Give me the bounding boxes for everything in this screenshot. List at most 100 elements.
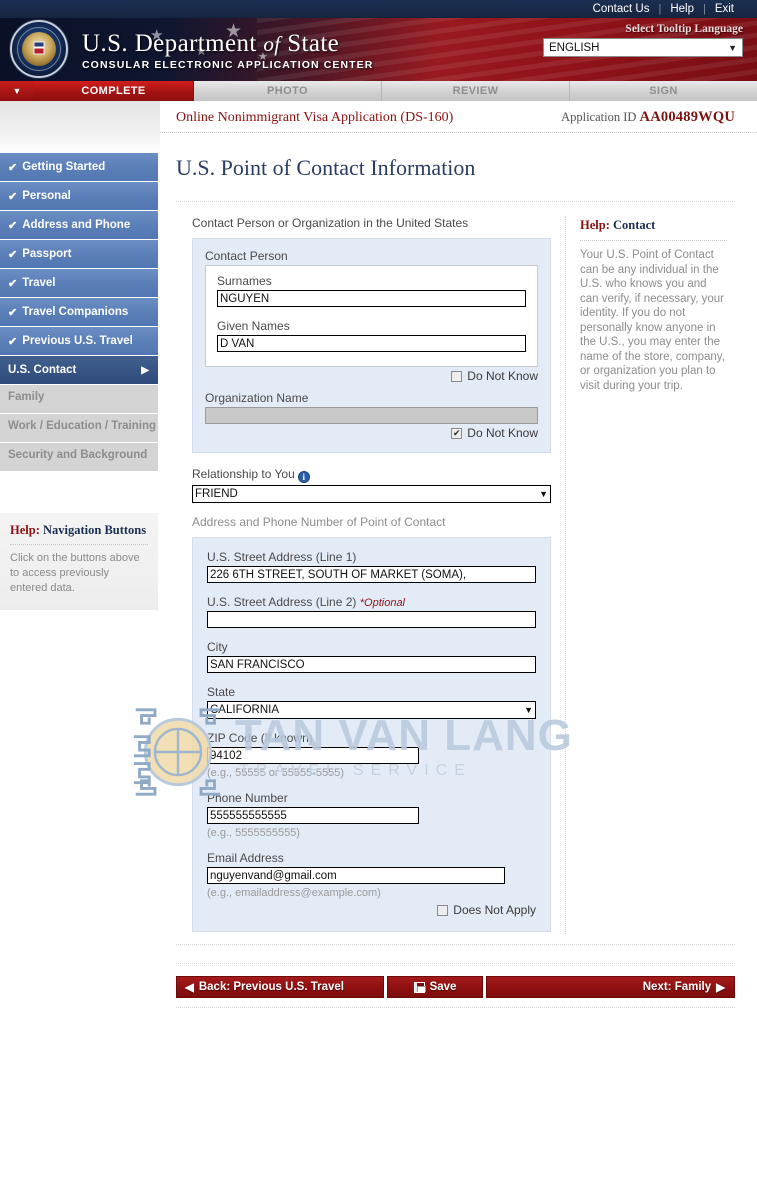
sidebar-item-address-and-phone[interactable]: ✔ Address and Phone	[0, 211, 158, 239]
sidebar-item-personal[interactable]: ✔ Personal	[0, 182, 158, 210]
sidebar-item-security-and-background: Security and Background	[0, 443, 158, 471]
step-tab-photo[interactable]: PHOTO	[194, 81, 382, 101]
top-utility-bar: Contact Us | Help | Exit	[0, 0, 757, 18]
email-does-not-apply-row: Does Not Apply	[207, 903, 536, 917]
form-wrapper: Contact Person or Organization in the Un…	[176, 201, 735, 945]
step-tab-complete[interactable]: COMPLETE	[34, 81, 194, 101]
help-panel-title-text: Contact	[612, 218, 656, 232]
page-body: ✔ Getting Started ✔ Personal ✔ Address and …	[0, 101, 757, 1008]
exit-link[interactable]: Exit	[706, 0, 743, 18]
expand-caret-icon[interactable]: ▼	[0, 81, 34, 101]
chevron-down-icon: ▼	[524, 705, 533, 715]
form-footer: ◀ Back: Previous U.S. Travel Save Next: …	[176, 963, 735, 998]
email-does-not-apply-label: Does Not Apply	[453, 903, 536, 917]
language-selected-value: ENGLISH	[549, 41, 600, 54]
info-icon[interactable]: i	[297, 471, 310, 483]
chevron-down-icon: ▼	[539, 489, 548, 499]
organization-do-not-know-checkbox[interactable]: ✔	[451, 427, 463, 439]
sidebar-item-passport[interactable]: ✔ Passport	[0, 240, 158, 268]
relationship-label: Relationship to You i	[192, 467, 551, 483]
sidebar-help-title-text: Navigation Buttons	[42, 523, 147, 537]
back-arrow-icon: ◀	[185, 982, 194, 994]
organization-do-not-know-label: Do Not Know	[467, 426, 538, 440]
chevron-right-icon: ▶	[141, 364, 149, 376]
floppy-disk-icon	[413, 981, 426, 993]
organization-do-not-know-row: ✔ Do Not Know	[205, 426, 538, 440]
sidebar-item-label: Personal	[22, 190, 71, 202]
sidebar-item-label: Previous U.S. Travel	[22, 335, 133, 347]
check-icon: ✔	[8, 306, 18, 319]
brand-subtitle: CONSULAR ELECTRONIC APPLICATION CENTER	[82, 59, 374, 71]
sidebar-item-family: Family	[0, 385, 158, 413]
chevron-down-icon: ▼	[728, 42, 737, 53]
street-address-1-input[interactable]	[207, 566, 536, 583]
help-panel-body: Your U.S. Point of Contact can be any in…	[580, 249, 725, 392]
given-names-label: Given Names	[217, 319, 290, 333]
optional-marker: *Optional	[359, 597, 406, 609]
language-selector-group: Select Tooltip Language ENGLISH ▼	[543, 23, 743, 57]
sidebar-help-body: Click on the buttons above to access pre…	[10, 552, 140, 594]
back-button-label: Back: Previous U.S. Travel	[198, 981, 344, 993]
email-address-label: Email Address	[207, 851, 284, 865]
surnames-do-not-know-row: Do Not Know	[205, 369, 538, 383]
street-address-2-label: U.S. Street Address (Line 2) *Optional	[207, 595, 536, 609]
sidebar-help-title-prefix: Help:	[10, 523, 40, 537]
next-button[interactable]: Next: Family ▶	[486, 976, 735, 998]
sidebar-top-spacer	[0, 101, 160, 153]
sidebar-item-getting-started[interactable]: ✔ Getting Started	[0, 153, 158, 181]
sidebar-item-travel[interactable]: ✔ Travel	[0, 269, 158, 297]
brand-us: U.S.	[82, 30, 129, 57]
relationship-selected-value: FRIEND	[195, 488, 238, 500]
check-icon: ✔	[8, 219, 18, 232]
phone-number-label: Phone Number	[207, 791, 288, 805]
help-link[interactable]: Help	[661, 0, 703, 18]
email-address-hint: (e.g., emailaddress@example.com)	[207, 887, 381, 899]
city-input[interactable]	[207, 656, 536, 673]
department-of-state-seal-icon	[10, 20, 68, 78]
zip-code-input[interactable]	[207, 747, 419, 764]
main-content: Online Nonimmigrant Visa Application (DS…	[160, 101, 757, 1008]
email-address-input[interactable]	[207, 867, 505, 884]
sidebar-item-label: Address and Phone	[22, 219, 131, 231]
save-button[interactable]: Save	[387, 976, 483, 998]
back-button[interactable]: ◀ Back: Previous U.S. Travel	[176, 976, 384, 998]
section-label-contact: Contact Person or Organization in the Un…	[192, 216, 469, 230]
sidebar-item-label: U.S. Contact	[8, 364, 77, 376]
surnames-input[interactable]	[217, 290, 526, 307]
email-does-not-apply-checkbox[interactable]	[437, 904, 449, 916]
address-phone-group: U.S. Street Address (Line 1) U.S. Street…	[192, 537, 551, 932]
contact-person-fields: Surnames Given Names	[205, 265, 538, 367]
sidebar-item-label: Getting Started	[22, 161, 106, 173]
tooltip-language-select[interactable]: ENGLISH ▼	[543, 38, 743, 57]
given-names-input[interactable]	[217, 335, 526, 352]
city-label: City	[207, 640, 228, 654]
state-select[interactable]: CALIFORNIA ▼	[207, 701, 536, 719]
phone-number-input[interactable]	[207, 807, 419, 824]
save-button-label: Save	[429, 981, 457, 993]
sidebar-item-travel-companions[interactable]: ✔ Travel Companions	[0, 298, 158, 326]
check-icon: ✔	[8, 277, 18, 290]
contact-us-link[interactable]: Contact Us	[584, 0, 659, 18]
relationship-select[interactable]: FRIEND ▼	[192, 485, 551, 503]
sidebar-item-previous-us-travel[interactable]: ✔ Previous U.S. Travel	[0, 327, 158, 355]
sidebar: ✔ Getting Started ✔ Personal ✔ Address and …	[0, 101, 160, 1008]
street-address-2-input[interactable]	[207, 611, 536, 628]
application-id-label: Application ID	[561, 110, 637, 124]
sidebar-nav-list: ✔ Getting Started ✔ Personal ✔ Address and …	[0, 153, 160, 471]
step-tab-review[interactable]: REVIEW	[382, 81, 570, 101]
section-label-address: Address and Phone Number of Point of Con…	[192, 515, 446, 529]
step-tab-sign[interactable]: SIGN	[570, 81, 757, 101]
organization-name-label: Organization Name	[205, 391, 309, 405]
sidebar-help-title: Help: Navigation Buttons	[10, 523, 148, 545]
check-icon: ✔	[8, 190, 18, 203]
seal-shield	[33, 41, 45, 55]
street-address-2-label-text: U.S. Street Address (Line 2)	[207, 595, 357, 609]
sidebar-item-us-contact[interactable]: U.S. Contact ▶	[0, 356, 158, 384]
page-title: U.S. Point of Contact Information	[176, 155, 476, 180]
sidebar-help-panel: Help: Navigation Buttons Click on the bu…	[0, 513, 158, 610]
sidebar-item-label: Passport	[22, 248, 72, 260]
phone-number-hint: (e.g., 5555555555)	[207, 827, 300, 839]
surnames-do-not-know-label: Do Not Know	[467, 369, 538, 383]
check-icon: ✔	[8, 335, 18, 348]
surnames-do-not-know-checkbox[interactable]	[451, 370, 463, 382]
